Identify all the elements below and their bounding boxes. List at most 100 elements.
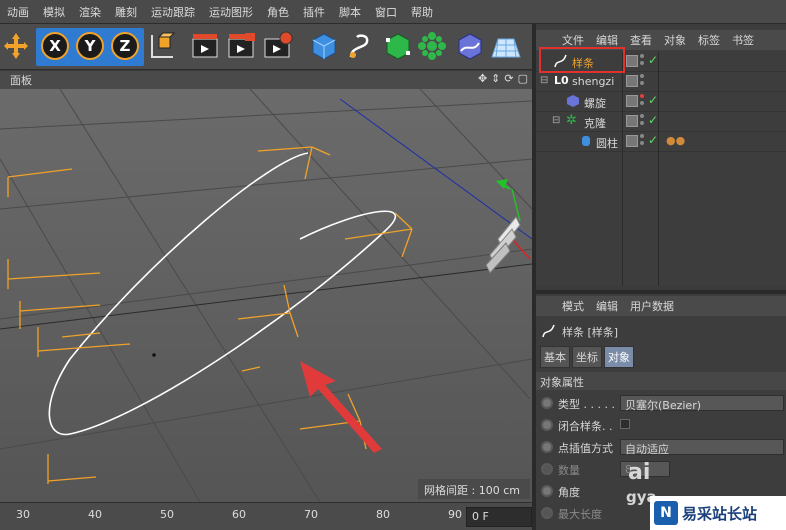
objects-menu-tags[interactable]: 标签 <box>692 32 726 48</box>
timeline-tick: 90 <box>448 508 462 521</box>
menu-bar: 动画 模拟 渲染 雕刻 运动跟踪 运动图形 角色 插件 脚本 窗口 帮助 <box>0 0 786 24</box>
enabled-check-icon[interactable]: ✓ <box>648 53 658 67</box>
object-row-cloner[interactable]: ⊟ ✲ 克隆 ✓ <box>536 112 786 132</box>
visibility-dots-icon[interactable] <box>640 114 645 128</box>
render-to-picture-viewer-button[interactable] <box>226 29 258 63</box>
animate-radio-icon <box>541 507 553 519</box>
current-frame-field[interactable]: 0 F <box>466 507 532 527</box>
menu-item-help[interactable]: 帮助 <box>404 4 440 20</box>
object-name[interactable]: 螺旋 <box>584 95 606 111</box>
animate-radio-icon[interactable] <box>541 419 553 431</box>
viewport-canvas[interactable]: 网格间距 : 100 cm <box>0 89 532 502</box>
enabled-check-icon[interactable]: ✓ <box>648 133 658 147</box>
viewport-maximize-icon[interactable]: ▢ <box>518 72 528 85</box>
attributes-menu-mode[interactable]: 模式 <box>536 298 590 314</box>
y-axis-button[interactable]: Y <box>76 32 104 60</box>
display-tag-icon[interactable] <box>626 95 638 107</box>
tab-coordinates[interactable]: 坐标 <box>572 346 602 368</box>
deformer-button[interactable] <box>454 29 486 63</box>
object-name[interactable]: shengzi <box>572 75 614 88</box>
menu-item-plugins[interactable]: 插件 <box>296 4 332 20</box>
cloner-icon <box>418 32 446 60</box>
attributes-menu-edit[interactable]: 编辑 <box>590 298 624 314</box>
intermediate-points-select[interactable]: 自动适应 <box>620 439 784 456</box>
cloner-icon: ✲ <box>566 113 577 128</box>
display-tag-icon[interactable] <box>626 115 638 127</box>
collapse-toggle-icon[interactable]: ⊟ <box>540 75 548 86</box>
prop-intermediate-points: 点插值方式 自动适应 <box>540 438 786 458</box>
deformer-icon <box>458 33 482 60</box>
selection-highlight-box <box>539 47 625 73</box>
menu-item-render[interactable]: 渲染 <box>72 4 108 20</box>
animate-radio-icon[interactable] <box>541 397 553 409</box>
viewport-move-icon[interactable]: ✥ <box>478 72 487 85</box>
subdivision-surface-button[interactable] <box>382 29 414 63</box>
animate-radio-icon[interactable] <box>541 485 553 497</box>
objects-menu-view[interactable]: 查看 <box>624 32 658 48</box>
menu-item-motion-tracking[interactable]: 运动跟踪 <box>144 4 202 20</box>
menu-item-character[interactable]: 角色 <box>260 4 296 20</box>
clapperboard-icon <box>192 34 218 58</box>
animate-radio-icon[interactable] <box>541 441 553 453</box>
spline-curve[interactable] <box>48 152 397 436</box>
viewport-rotate-icon[interactable]: ⟳ <box>504 72 513 85</box>
display-tag-icon[interactable] <box>626 55 638 67</box>
move-icon <box>4 33 28 59</box>
object-row-helix[interactable]: 螺旋 ✓ <box>536 92 786 112</box>
menu-item-window[interactable]: 窗口 <box>368 4 404 20</box>
null-object-icon: L0 <box>554 74 569 87</box>
menu-item-simulate[interactable]: 模拟 <box>36 4 72 20</box>
x-axis-button[interactable]: X <box>41 32 69 60</box>
coordinate-system-button[interactable] <box>146 29 178 63</box>
enabled-check-icon[interactable]: ✓ <box>648 93 658 107</box>
viewport-zoom-icon[interactable]: ⇕ <box>491 72 500 85</box>
cloner-button[interactable] <box>416 29 448 63</box>
cylinder-icon <box>582 136 590 146</box>
visibility-dots-icon[interactable] <box>640 134 645 148</box>
spline-pen-button[interactable] <box>344 29 376 63</box>
visibility-dots-icon[interactable] <box>640 54 645 68</box>
display-tag-icon[interactable] <box>626 75 638 87</box>
timeline-tick: 30 <box>16 508 30 521</box>
objects-menu-file[interactable]: 文件 <box>536 32 590 48</box>
attributes-menu-user-data[interactable]: 用户数据 <box>624 298 680 314</box>
z-axis-button[interactable]: Z <box>111 32 139 60</box>
cube-button[interactable] <box>308 29 340 63</box>
timeline-tick: 80 <box>376 508 390 521</box>
watermark-text: 易采站长站 <box>682 504 758 523</box>
menu-item-script[interactable]: 脚本 <box>332 4 368 20</box>
floor-button[interactable] <box>490 29 522 63</box>
render-settings-icon <box>264 31 293 58</box>
object-row-cylinder[interactable]: 圆柱 ✓ ●● <box>536 132 786 152</box>
move-tool-button[interactable] <box>0 29 32 63</box>
objects-menu-bookmarks[interactable]: 书签 <box>726 32 760 48</box>
animate-radio-icon <box>541 463 553 475</box>
object-name[interactable]: 克隆 <box>584 115 606 131</box>
objects-menu-object[interactable]: 对象 <box>658 32 692 48</box>
prop-number: 数量 8 <box>540 460 786 480</box>
close-spline-checkbox[interactable] <box>620 419 630 429</box>
tab-object[interactable]: 对象 <box>604 346 634 368</box>
objects-menu-edit[interactable]: 编辑 <box>590 32 624 48</box>
object-row-shengzi[interactable]: ⊟ L0 shengzi <box>536 72 786 92</box>
render-view-button[interactable] <box>190 29 222 63</box>
attributes-object-header: 样条 [样条] <box>542 324 618 340</box>
display-tag-icon[interactable] <box>626 135 638 147</box>
menu-item-mograph[interactable]: 运动图形 <box>202 4 260 20</box>
timeline[interactable]: 30 40 50 60 70 80 90 <box>0 502 532 530</box>
menu-item-sculpt[interactable]: 雕刻 <box>108 4 144 20</box>
collapse-toggle-icon[interactable]: ⊟ <box>552 115 560 126</box>
clapperboard-viewer-icon <box>228 33 255 58</box>
visibility-dots-icon[interactable] <box>640 74 645 88</box>
object-name[interactable]: 圆柱 <box>596 135 618 151</box>
tab-basic[interactable]: 基本 <box>540 346 570 368</box>
viewport-title[interactable]: 面板 <box>0 72 32 88</box>
render-settings-button[interactable] <box>262 29 294 63</box>
material-tag-icon[interactable]: ●● <box>666 134 685 147</box>
visibility-dots-icon[interactable] <box>640 94 645 108</box>
floor-icon <box>491 38 521 58</box>
type-select[interactable]: 贝塞尔(Bezier) <box>620 395 784 412</box>
menu-item-animate[interactable]: 动画 <box>0 4 36 20</box>
attributes-panel: 模式 编辑 用户数据 样条 [样条] 基本 坐标 对象 对象属性 类型 . . … <box>536 290 786 530</box>
enabled-check-icon[interactable]: ✓ <box>648 113 658 127</box>
